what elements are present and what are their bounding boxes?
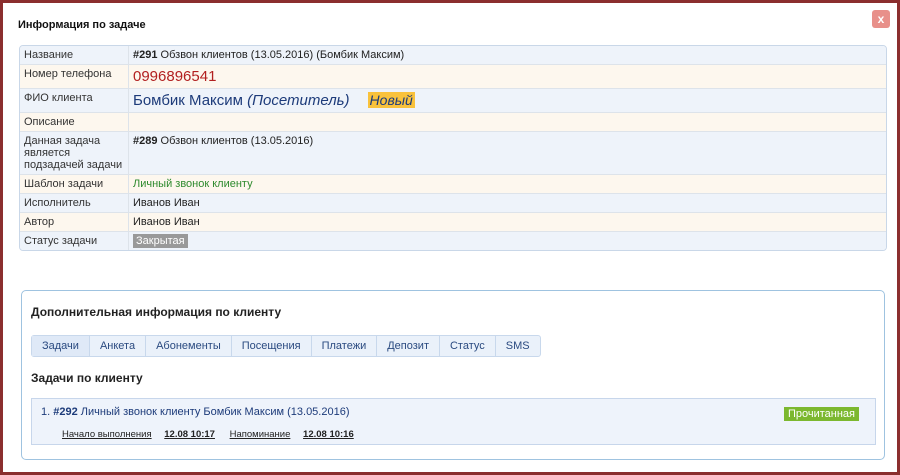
- client-tabs: Задачи Анкета Абонементы Посещения Плате…: [31, 335, 541, 357]
- tab-deposit[interactable]: Депозит: [377, 336, 440, 356]
- fio-cell: Бомбик Максим (Посетитель) Новый: [128, 88, 886, 113]
- author-value: Иванов Иван: [128, 212, 886, 232]
- task-text[interactable]: Личный звонок клиенту Бомбик Максим (13.…: [78, 406, 350, 418]
- remind-value: 12.08 10:16: [303, 429, 354, 440]
- phone-cell: 0996896541: [128, 64, 886, 89]
- status-label: Статус задачи: [20, 231, 129, 250]
- close-icon[interactable]: x: [872, 10, 890, 28]
- row-template: Шаблон задачи Личный звонок клиенту: [20, 174, 886, 194]
- name-num: #291: [133, 49, 158, 61]
- tasks-title: Задачи по клиенту: [31, 371, 143, 385]
- task-dialog: Информация по задаче x Название #291 Обз…: [0, 0, 900, 475]
- client-name: Бомбик Максим: [133, 92, 243, 109]
- client-role: (Посетитель): [247, 92, 350, 109]
- parent-text: Обзвон клиентов (13.05.2016): [157, 135, 314, 147]
- name-text: Обзвон клиентов (13.05.2016) (Бомбик Мак…: [157, 49, 405, 61]
- row-description: Описание: [20, 112, 886, 132]
- template-value: Личный звонок клиенту: [133, 178, 253, 190]
- start-label: Начало выполнения: [62, 429, 152, 440]
- tab-tasks[interactable]: Задачи: [32, 336, 90, 356]
- executor-value: Иванов Иван: [128, 193, 886, 213]
- extra-title: Дополнительная информация по клиенту: [31, 305, 282, 319]
- client-link[interactable]: Бомбик Максим (Посетитель): [133, 92, 350, 109]
- template-label: Шаблон задачи: [20, 174, 129, 194]
- task-read-badge: Прочитанная: [783, 407, 859, 421]
- row-author: Автор Иванов Иван: [20, 212, 886, 232]
- task-meta: Начало выполнения 12.08 10:17 Напоминани…: [62, 429, 366, 440]
- row-phone: Номер телефона 0996896541: [20, 64, 886, 89]
- tab-subscriptions[interactable]: Абонементы: [146, 336, 232, 356]
- description-value: [128, 112, 886, 132]
- row-parent: Данная задача является подзадачей задачи…: [20, 131, 886, 175]
- task-line: 1. #292 Личный звонок клиенту Бомбик Мак…: [41, 406, 350, 418]
- tab-payments[interactable]: Платежи: [312, 336, 378, 356]
- tab-status[interactable]: Статус: [440, 336, 496, 356]
- description-label: Описание: [20, 112, 129, 132]
- task-status-badge: Закрытая: [133, 234, 188, 248]
- row-executor: Исполнитель Иванов Иван: [20, 193, 886, 213]
- task-info-table: Название #291 Обзвон клиентов (13.05.201…: [19, 45, 887, 251]
- tab-questionnaire[interactable]: Анкета: [90, 336, 147, 356]
- parent-label: Данная задача является подзадачей задачи: [20, 131, 129, 175]
- executor-label: Исполнитель: [20, 193, 129, 213]
- fio-label: ФИО клиента: [20, 88, 129, 113]
- client-extra-panel: Дополнительная информация по клиенту Зад…: [21, 290, 885, 460]
- author-label: Автор: [20, 212, 129, 232]
- name-value: #291 Обзвон клиентов (13.05.2016) (Бомби…: [128, 46, 886, 65]
- task-num[interactable]: #292: [53, 406, 77, 418]
- row-name: Название #291 Обзвон клиентов (13.05.201…: [20, 46, 886, 65]
- row-status: Статус задачи Закрытая: [20, 231, 886, 250]
- list-item: 1. #292 Личный звонок клиенту Бомбик Мак…: [31, 398, 876, 445]
- row-fio: ФИО клиента Бомбик Максим (Посетитель) Но…: [20, 88, 886, 113]
- client-status-badge: Новый: [367, 92, 415, 108]
- phone-label: Номер телефона: [20, 64, 129, 89]
- start-value: 12.08 10:17: [164, 429, 215, 440]
- task-index: 1.: [41, 406, 51, 418]
- status-cell: Закрытая: [128, 231, 886, 250]
- parent-cell: #289 Обзвон клиентов (13.05.2016): [128, 131, 886, 175]
- dialog-title: Информация по задаче: [18, 19, 146, 31]
- tab-sms[interactable]: SMS: [496, 336, 540, 356]
- tab-visits[interactable]: Посещения: [232, 336, 312, 356]
- name-label: Название: [20, 46, 129, 65]
- phone-value: 0996896541: [133, 68, 217, 85]
- parent-num[interactable]: #289: [133, 135, 157, 147]
- template-cell: Личный звонок клиенту: [128, 174, 886, 194]
- remind-label: Напоминание: [229, 429, 291, 440]
